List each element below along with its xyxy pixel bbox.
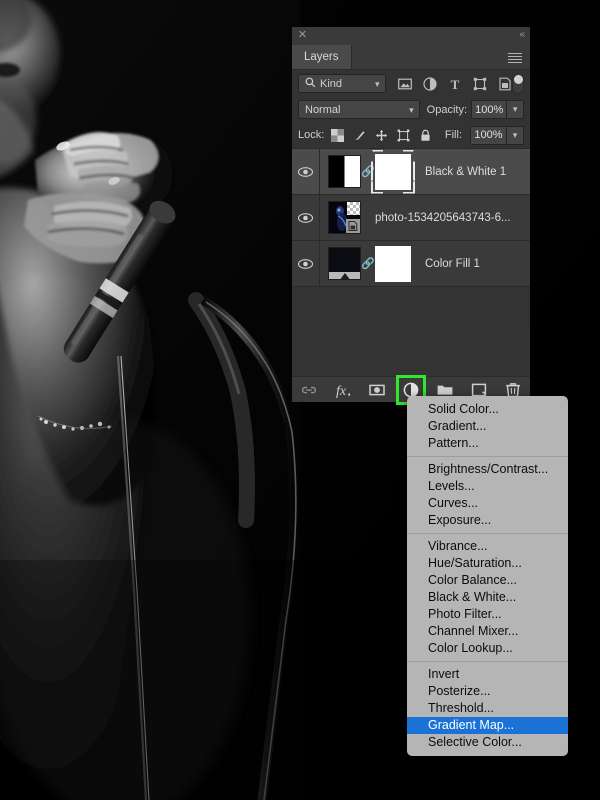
filter-pixel-icon[interactable]: [397, 77, 412, 91]
blend-mode-row: Normal ▾ Opacity: 100% ▾: [292, 97, 530, 122]
menu-separator: [407, 661, 568, 662]
table-row[interactable]: 🔗 Black & White 1: [292, 149, 530, 195]
menu-item[interactable]: Curves...: [407, 495, 568, 512]
menu-separator: [407, 456, 568, 457]
layer-visibility-toggle[interactable]: [292, 149, 320, 194]
search-icon: [305, 77, 316, 91]
blend-mode-value: Normal: [305, 103, 341, 116]
layer-name[interactable]: Color Fill 1: [425, 258, 480, 270]
menu-item[interactable]: Vibrance...: [407, 538, 568, 555]
lock-all-icon[interactable]: [419, 129, 432, 142]
lock-image-pixels-icon[interactable]: [353, 129, 366, 142]
layer-style-fx-icon[interactable]: fx: [334, 381, 352, 399]
layers-panel: ✕ « Layers Kind ▾ T Normal ▾ Opacity: 10…: [292, 27, 530, 405]
layer-mask-thumbnail[interactable]: [375, 245, 411, 282]
layer-name[interactable]: photo-1534205643743-6...: [375, 212, 511, 224]
layer-name[interactable]: Black & White 1: [425, 166, 506, 178]
eye-icon: [298, 212, 313, 223]
chevron-down-icon: ▾: [409, 105, 414, 115]
link-mask-icon[interactable]: 🔗: [361, 257, 375, 270]
layer-visibility-toggle[interactable]: [292, 195, 320, 240]
eye-icon: [298, 258, 313, 269]
photo-thumbnail[interactable]: [328, 201, 361, 234]
panel-menu-icon[interactable]: [508, 53, 522, 63]
fill-stepper[interactable]: ▾: [507, 125, 524, 145]
adjustment-layer-menu: Solid Color... Gradient... Pattern... Brigh…: [407, 396, 568, 756]
eye-icon: [298, 166, 313, 177]
menu-item[interactable]: Photo Filter...: [407, 606, 568, 623]
smart-object-badge-icon: [347, 220, 359, 232]
opacity-label: Opacity:: [426, 103, 468, 116]
filter-enable-toggle[interactable]: [511, 73, 524, 94]
menu-item[interactable]: Posterize...: [407, 683, 568, 700]
menu-separator: [407, 533, 568, 534]
menu-item[interactable]: Invert: [407, 666, 568, 683]
layer-mask-thumbnail[interactable]: [375, 153, 411, 190]
collapse-double-arrow-icon[interactable]: «: [519, 29, 524, 41]
layer-thumbnails: [320, 201, 361, 234]
filter-type-icon[interactable]: T: [448, 77, 462, 92]
opacity-input[interactable]: 100%: [471, 100, 508, 119]
lock-row: Lock: Fill: 100% ▾: [292, 122, 530, 148]
menu-item[interactable]: Selective Color...: [407, 734, 568, 751]
menu-item[interactable]: Channel Mixer...: [407, 623, 568, 640]
fill-thumbnail[interactable]: [328, 247, 361, 280]
tab-layers[interactable]: Layers: [292, 45, 352, 69]
menu-item[interactable]: Brightness/Contrast...: [407, 461, 568, 478]
panel-tab-row: Layers: [292, 45, 530, 70]
layer-thumbnails: 🔗: [320, 153, 411, 190]
link-layers-icon[interactable]: [300, 381, 318, 399]
filter-shape-icon[interactable]: [473, 77, 487, 91]
tab-layers-label: Layers: [304, 51, 339, 63]
layer-thumbnails: 🔗: [320, 245, 411, 282]
add-layer-mask-icon[interactable]: [368, 381, 386, 399]
blend-mode-select[interactable]: Normal ▾: [298, 100, 420, 119]
menu-item[interactable]: Threshold...: [407, 700, 568, 717]
lock-icons: [331, 128, 432, 142]
menu-item[interactable]: Black & White...: [407, 589, 568, 606]
layer-list: 🔗 Black & White 1 photo-1534205643743-6.…: [292, 148, 530, 287]
menu-item[interactable]: Color Balance...: [407, 572, 568, 589]
adjustment-thumbnail[interactable]: [328, 155, 361, 188]
filter-smartobject-icon[interactable]: [498, 77, 512, 91]
svg-text:T: T: [450, 77, 459, 91]
menu-item[interactable]: Gradient Map...: [407, 717, 568, 734]
chevron-down-icon: ▾: [375, 79, 380, 89]
filter-kind-label: Kind: [320, 77, 343, 90]
filter-adjustment-icon[interactable]: [422, 76, 437, 91]
panel-titlebar: ✕ «: [292, 27, 530, 45]
layer-filter-row: Kind ▾ T: [292, 70, 530, 97]
fill-label: Fill:: [444, 129, 462, 141]
opacity-stepper[interactable]: ▾: [507, 100, 524, 119]
lock-position-icon[interactable]: [375, 129, 388, 142]
menu-item[interactable]: Solid Color...: [407, 401, 568, 418]
filter-type-icons: T: [397, 76, 512, 92]
lock-transparent-pixels-icon[interactable]: [331, 128, 345, 142]
lock-artboard-nesting-icon[interactable]: [397, 129, 410, 142]
close-icon[interactable]: ✕: [297, 30, 308, 41]
filter-kind-select[interactable]: Kind ▾: [298, 74, 386, 93]
menu-item[interactable]: Color Lookup...: [407, 640, 568, 657]
menu-item[interactable]: Pattern...: [407, 435, 568, 452]
table-row[interactable]: photo-1534205643743-6...: [292, 195, 530, 241]
menu-item[interactable]: Hue/Saturation...: [407, 555, 568, 572]
menu-item[interactable]: Exposure...: [407, 512, 568, 529]
menu-item[interactable]: Gradient...: [407, 418, 568, 435]
svg-text:fx: fx: [336, 384, 347, 399]
lock-label: Lock:: [298, 129, 325, 141]
layer-visibility-toggle[interactable]: [292, 241, 320, 286]
table-row[interactable]: 🔗 Color Fill 1: [292, 241, 530, 287]
fill-input[interactable]: 100%: [470, 125, 507, 145]
menu-item[interactable]: Levels...: [407, 478, 568, 495]
gradient-slider-icon: [340, 273, 349, 279]
